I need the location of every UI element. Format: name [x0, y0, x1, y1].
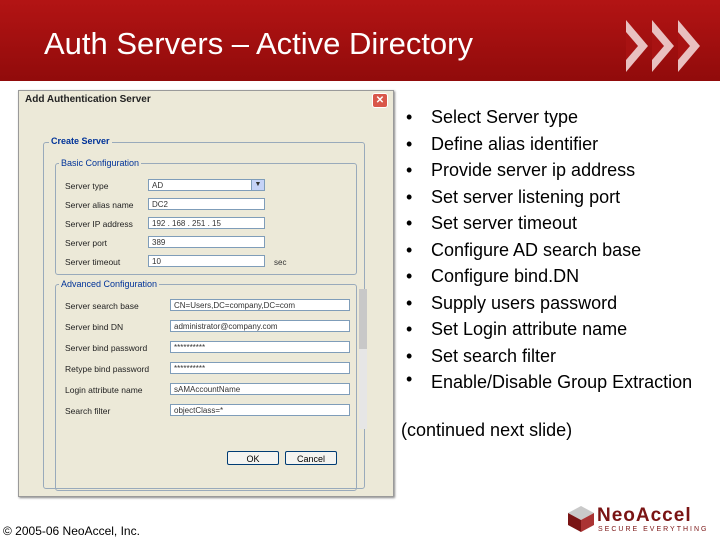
- search-base-label: Server search base: [65, 301, 139, 311]
- copyright: © 2005-06 NeoAccel, Inc.: [3, 524, 140, 538]
- server-alias-label: Server alias name: [65, 200, 134, 210]
- retype-password-label: Retype bind password: [65, 364, 150, 374]
- list-item: Enable/Disable Group Extraction: [406, 369, 706, 393]
- chevron-decoration-icon: [678, 20, 700, 72]
- server-alias-input[interactable]: DC2: [148, 198, 265, 210]
- chevron-decoration-icon: [626, 20, 648, 72]
- scrollbar-thumb[interactable]: [359, 289, 367, 349]
- list-item: Configure bind.DN: [406, 263, 706, 290]
- dialog-title: Add Authentication Server: [25, 94, 151, 105]
- server-type-label: Server type: [65, 181, 109, 191]
- server-timeout-label: Server timeout: [65, 257, 121, 267]
- slide-title: Auth Servers – Active Directory: [44, 26, 473, 61]
- logo-tagline: SECURE EVERYTHING: [598, 526, 709, 533]
- logo-mark-icon: [568, 506, 594, 532]
- server-ip-label: Server IP address: [65, 219, 133, 229]
- list-item: Set search filter: [406, 343, 706, 370]
- list-item: Provide server ip address: [406, 157, 706, 184]
- cancel-button[interactable]: Cancel: [285, 451, 337, 465]
- add-auth-server-dialog: Add Authentication Server ✕ Create Serve…: [18, 90, 394, 497]
- server-port-label: Server port: [65, 238, 108, 248]
- dialog-scrollbar[interactable]: [359, 289, 367, 429]
- bind-dn-label: Server bind DN: [65, 322, 124, 332]
- chevron-down-icon[interactable]: ▼: [251, 180, 264, 190]
- logo-name: NeoAccel: [597, 505, 692, 526]
- search-filter-label: Search filter: [65, 406, 111, 416]
- list-item: Set server listening port: [406, 184, 706, 211]
- list-item: Configure AD search base: [406, 237, 706, 264]
- advanced-config-legend: Advanced Configuration: [59, 279, 160, 289]
- server-timeout-input[interactable]: 10: [148, 255, 265, 267]
- login-attribute-input[interactable]: sAMAccountName: [170, 383, 350, 395]
- list-item: Set Login attribute name: [406, 316, 706, 343]
- neoaccel-logo: NeoAccel SECURE EVERYTHING: [566, 504, 712, 536]
- bind-dn-input[interactable]: administrator@company.com: [170, 320, 350, 332]
- basic-config-legend: Basic Configuration: [59, 158, 142, 168]
- continued-note: (continued next slide): [401, 420, 573, 440]
- server-type-select[interactable]: AD ▼: [148, 179, 265, 191]
- create-server-legend: Create Server: [49, 136, 112, 146]
- list-item: Define alias identifier: [406, 131, 706, 158]
- server-ip-input[interactable]: 192 . 168 . 251 . 15: [148, 217, 265, 229]
- server-type-value: AD: [152, 181, 164, 190]
- ok-button[interactable]: OK: [227, 451, 279, 465]
- chevron-decoration-icon: [652, 20, 674, 72]
- search-filter-input[interactable]: objectClass=*: [170, 404, 350, 416]
- list-item: Set server timeout: [406, 210, 706, 237]
- close-icon[interactable]: ✕: [372, 93, 388, 108]
- login-attribute-label: Login attribute name: [65, 385, 143, 395]
- bind-password-label: Server bind password: [65, 343, 148, 353]
- title-banner: Auth Servers – Active Directory: [0, 0, 720, 88]
- list-item: Supply users password: [406, 290, 706, 317]
- search-base-input[interactable]: CN=Users,DC=company,DC=com: [170, 299, 350, 311]
- list-item: Select Server type: [406, 104, 706, 131]
- server-port-input[interactable]: 389: [148, 236, 265, 248]
- timeout-unit: sec: [274, 258, 287, 267]
- retype-password-input[interactable]: **********: [170, 362, 350, 374]
- bind-password-input[interactable]: **********: [170, 341, 350, 353]
- steps-list: Select Server type Define alias identifi…: [406, 104, 706, 393]
